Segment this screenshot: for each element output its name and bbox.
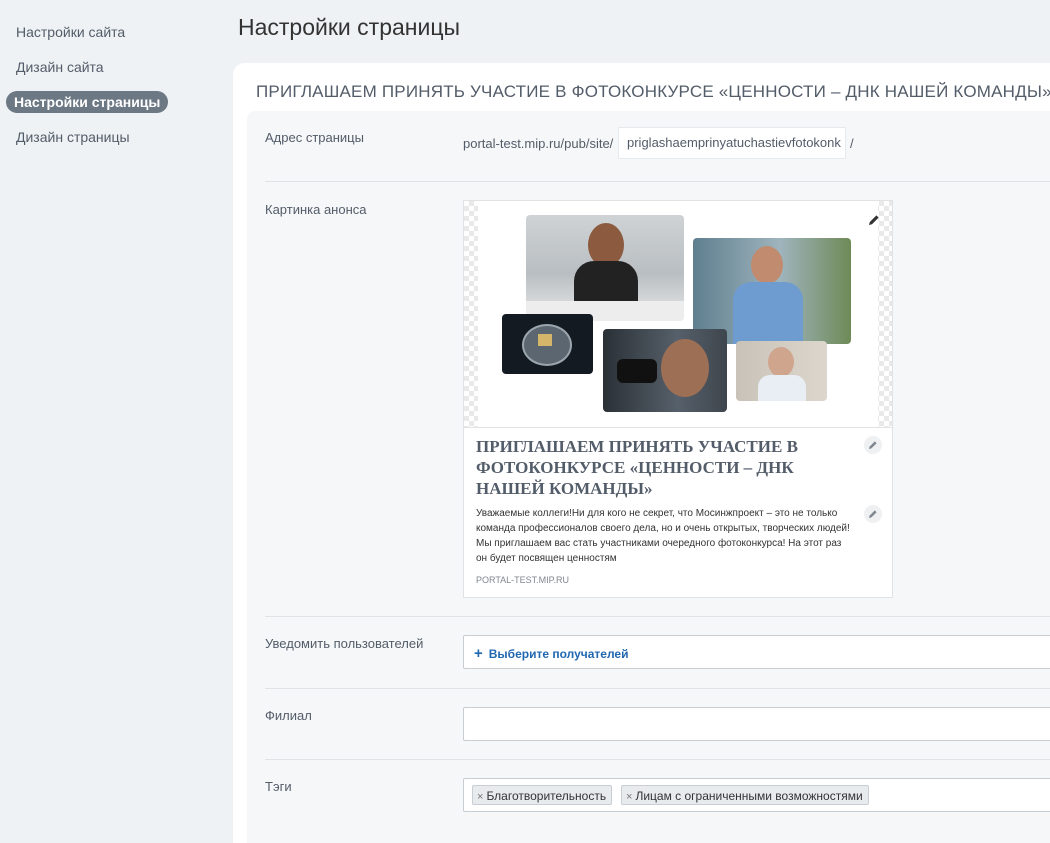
branch-label: Филиал [265,708,312,723]
preview-image[interactable] [464,201,892,428]
preview-label: Картинка анонса [265,202,367,217]
branch-input[interactable] [463,707,1050,741]
tag-chip: × Лицам с ограниченными возможностями [621,785,869,805]
photo-woman [526,215,684,321]
remove-tag-icon[interactable]: × [626,791,632,803]
preview-domain: PORTAL-TEST.MIP.RU [476,575,570,585]
address-prefix: portal-test.mip.ru/pub/site/ [463,136,614,151]
recipients-field[interactable]: + Выберите получателей [463,635,1050,669]
sidebar-item-page-settings[interactable]: Настройки страницы [6,91,169,113]
edit-title-pencil-icon[interactable] [864,436,882,454]
photo-microscope [603,329,727,412]
preview-card: ПРИГЛАШАЕМ ПРИНЯТЬ УЧАСТИЕ В ФОТОКОНКУРС… [463,200,893,598]
edit-description-pencil-icon[interactable] [864,505,882,523]
photo-older-man [736,341,827,401]
page-heading: ПРИГЛАШАЕМ ПРИНЯТЬ УЧАСТИЕ В ФОТОКОНКУРС… [256,82,1050,102]
select-recipients-label: Выберите получателей [488,647,629,661]
preview-description: Уважаемые коллеги!Ни для кого не секрет,… [476,508,850,564]
tags-label: Тэги [265,779,292,794]
sidebar: Настройки сайта Дизайн сайта Настройки с… [0,0,233,829]
divider [265,688,1050,689]
tag-label: Благотворительность [486,789,607,803]
settings-form: Адрес страницы portal-test.mip.ru/pub/si… [247,111,1050,843]
tags-field[interactable]: × Благотворительность × Лицам с ограниченн… [463,778,1050,812]
divider [265,181,1050,182]
remove-tag-icon[interactable]: × [477,791,483,803]
tag-chip: × Благотворительность [472,785,613,805]
address-suffix: / [850,136,854,151]
photo-petri-dish [502,314,593,374]
sidebar-item-site-design[interactable]: Дизайн сайта [16,57,104,77]
plus-icon: + [474,645,483,662]
divider [265,616,1050,617]
sidebar-item-page-design[interactable]: Дизайн страницы [16,127,130,147]
sidebar-item-site-settings[interactable]: Настройки сайта [16,22,125,42]
tag-label: Лицам с ограниченными возможностями [635,789,863,803]
select-recipients-button[interactable]: + Выберите получателей [474,645,628,662]
preview-title: ПРИГЛАШАЕМ ПРИНЯТЬ УЧАСТИЕ В ФОТОКОНКУРС… [476,437,798,498]
edit-image-pencil-icon[interactable] [868,213,880,231]
page-heading-text: ПРИГЛАШАЕМ ПРИНЯТЬ УЧАСТИЕ В ФОТОКОНКУРС… [256,82,1050,101]
address-label: Адрес страницы [265,130,364,145]
notify-label: Уведомить пользователей [265,636,424,651]
settings-card: ПРИГЛАШАЕМ ПРИНЯТЬ УЧАСТИЕ В ФОТОКОНКУРС… [233,63,1050,843]
address-input[interactable]: priglashaemprinyatuchastievfotokonk [618,127,846,159]
divider [265,759,1050,760]
page-title: Настройки страницы [238,14,461,40]
